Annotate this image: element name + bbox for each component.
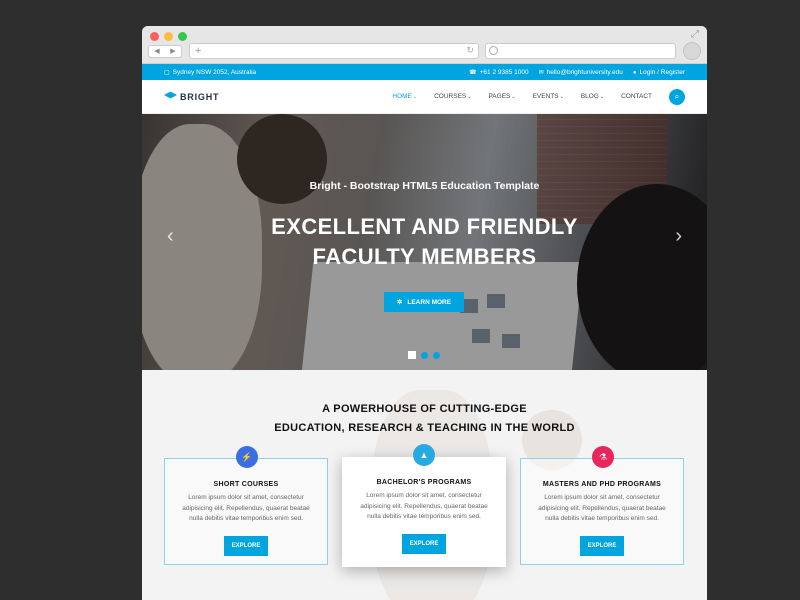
slider-dot-1[interactable] (408, 351, 416, 359)
section-heading-line-2: EDUCATION, RESEARCH & TEACHING IN THE WO… (274, 422, 575, 434)
nav-label: CONTACT (621, 93, 652, 100)
nav-label: EVENTS (532, 93, 559, 100)
site-header: BRIGHT HOME⌄ COURSES⌄ PAGES⌄ EVENTS⌄ BLO… (142, 80, 707, 114)
map-icon: ▢ (164, 69, 170, 76)
gear-icon: ✲ (396, 299, 403, 306)
chevron-down-icon: ⌄ (467, 94, 472, 100)
top-info-bar: ▢ Sydney NSW 2052, Australia ☎ +61 2 9385 … (142, 64, 707, 80)
nav-label: COURSES (434, 93, 467, 100)
hero-slider: Bright - Bootstrap HTML5 Education Templ… (142, 114, 707, 370)
user-icon: ● (632, 69, 637, 76)
card-title: BACHELOR'S PROGRAMS (376, 479, 472, 486)
slider-dot-3[interactable] (433, 351, 440, 359)
program-card-masters-phd: ⚗ MASTERS AND PHD PROGRAMS Lorem ipsum d… (520, 446, 684, 565)
nav-label: PAGES (488, 93, 511, 100)
card-description: Lorem ipsum dolor sit amet, consectetur … (182, 494, 310, 522)
minimize-window-button[interactable] (164, 32, 173, 41)
browser-window: ⤢ ◀ ▶ + ↻ ▢ Sydney NSW 2052, Australia ☎ +… (142, 26, 707, 600)
card-description: Lorem ipsum dolor sit amet, consectetur … (538, 494, 666, 522)
logo-text: BRIGHT (180, 91, 220, 102)
section-heading: A POWERHOUSE OF CUTTING-EDGE EDUCATION, … (142, 400, 707, 438)
nav-item-events[interactable]: EVENTS⌄ (533, 93, 564, 100)
lightning-icon: ⚡ (236, 446, 258, 468)
main-nav: HOME⌄ COURSES⌄ PAGES⌄ EVENTS⌄ BLOG⌄ CONT… (375, 88, 685, 105)
explore-button[interactable]: EXPLORE (223, 535, 269, 556)
phone-info: ☎ +61 2 9385 1000 (469, 69, 528, 76)
card-title: SHORT COURSES (213, 481, 279, 488)
phone-text: +61 2 9385 1000 (479, 68, 529, 76)
hero-title-line-1: EXCELLENT AND FRIENDLY (271, 214, 578, 239)
hero-title: EXCELLENT AND FRIENDLY FACULTY MEMBERS (142, 212, 707, 272)
slider-pagination (408, 351, 440, 359)
reload-icon[interactable]: ↻ (466, 45, 474, 56)
location-info: ▢ Sydney NSW 2052, Australia (164, 69, 256, 76)
flask-icon: ⚗ (592, 446, 614, 468)
new-tab-icon[interactable]: + (195, 44, 201, 58)
chevron-down-icon: ⌄ (599, 94, 605, 100)
history-buttons: ◀ ▶ (148, 45, 182, 58)
email-link[interactable]: hello@brightuniversity.edu (547, 69, 623, 76)
nav-label: BLOG (580, 93, 599, 100)
fullscreen-icon[interactable]: ⤢ (691, 29, 699, 40)
slider-dot-2[interactable] (421, 351, 428, 359)
learn-more-button[interactable]: ✲ LEARN MORE (384, 292, 464, 312)
explore-button[interactable]: EXPLORE (579, 535, 625, 556)
card-title: MASTERS AND PHD PROGRAMS (542, 481, 662, 488)
program-card-short-courses: ⚡ SHORT COURSES Lorem ipsum dolor sit am… (164, 446, 328, 565)
chevron-down-icon: ⌄ (559, 94, 564, 100)
zoom-window-button[interactable] (178, 32, 187, 41)
search-icon: ⌕ (674, 91, 680, 101)
nav-item-blog[interactable]: BLOG⌄ (581, 93, 604, 100)
browser-search-input[interactable] (485, 43, 676, 59)
browser-menu-button[interactable] (683, 42, 701, 60)
phone-icon: ☎ (469, 69, 477, 76)
hero-subtitle: Bright - Bootstrap HTML5 Education Templ… (309, 180, 540, 192)
nav-item-home[interactable]: HOME⌄ (392, 93, 417, 100)
learn-more-label: LEARN MORE (407, 298, 452, 306)
site-search-button[interactable]: ⌕ (669, 88, 685, 105)
explore-button[interactable]: EXPLORE (401, 533, 447, 554)
card-description: Lorem ipsum dolor sit amet, consectetur … (360, 492, 488, 520)
close-window-button[interactable] (150, 32, 159, 41)
search-icon (489, 46, 498, 55)
graduation-cap-icon: ▲ (413, 444, 435, 466)
graduation-cap-icon (164, 91, 177, 99)
envelope-icon: ✉ (538, 69, 544, 76)
forward-button[interactable]: ▶ (165, 46, 181, 57)
login-link[interactable]: Login / Register (639, 69, 685, 76)
hero-title-line-2: FACULTY MEMBERS (312, 244, 537, 269)
slider-prev-icon[interactable]: ‹ (167, 225, 174, 248)
login-info[interactable]: ● Login / Register (633, 69, 685, 76)
chevron-down-icon: ⌄ (412, 94, 418, 100)
location-text: Sydney NSW 2052, Australia (172, 68, 257, 76)
email-info[interactable]: ✉ hello@brightuniversity.edu (539, 69, 623, 76)
section-heading-line-1: A POWERHOUSE OF CUTTING-EDGE (322, 403, 527, 415)
address-bar[interactable]: + ↻ (189, 43, 479, 59)
nav-item-courses[interactable]: COURSES⌄ (434, 93, 471, 100)
chevron-down-icon: ⌄ (511, 94, 516, 100)
nav-item-contact[interactable]: CONTACT (621, 93, 652, 100)
browser-toolbar: ⤢ ◀ ▶ + ↻ (142, 26, 707, 64)
back-button[interactable]: ◀ (149, 46, 165, 57)
program-card-bachelors: ▲ BACHELOR'S PROGRAMS Lorem ipsum dolor … (342, 444, 506, 567)
slider-next-icon[interactable]: › (675, 225, 682, 248)
nav-label: HOME (392, 93, 412, 100)
programs-section: A POWERHOUSE OF CUTTING-EDGE EDUCATION, … (142, 370, 707, 600)
nav-item-pages[interactable]: PAGES⌄ (488, 93, 515, 100)
site-logo[interactable]: BRIGHT (164, 91, 220, 102)
